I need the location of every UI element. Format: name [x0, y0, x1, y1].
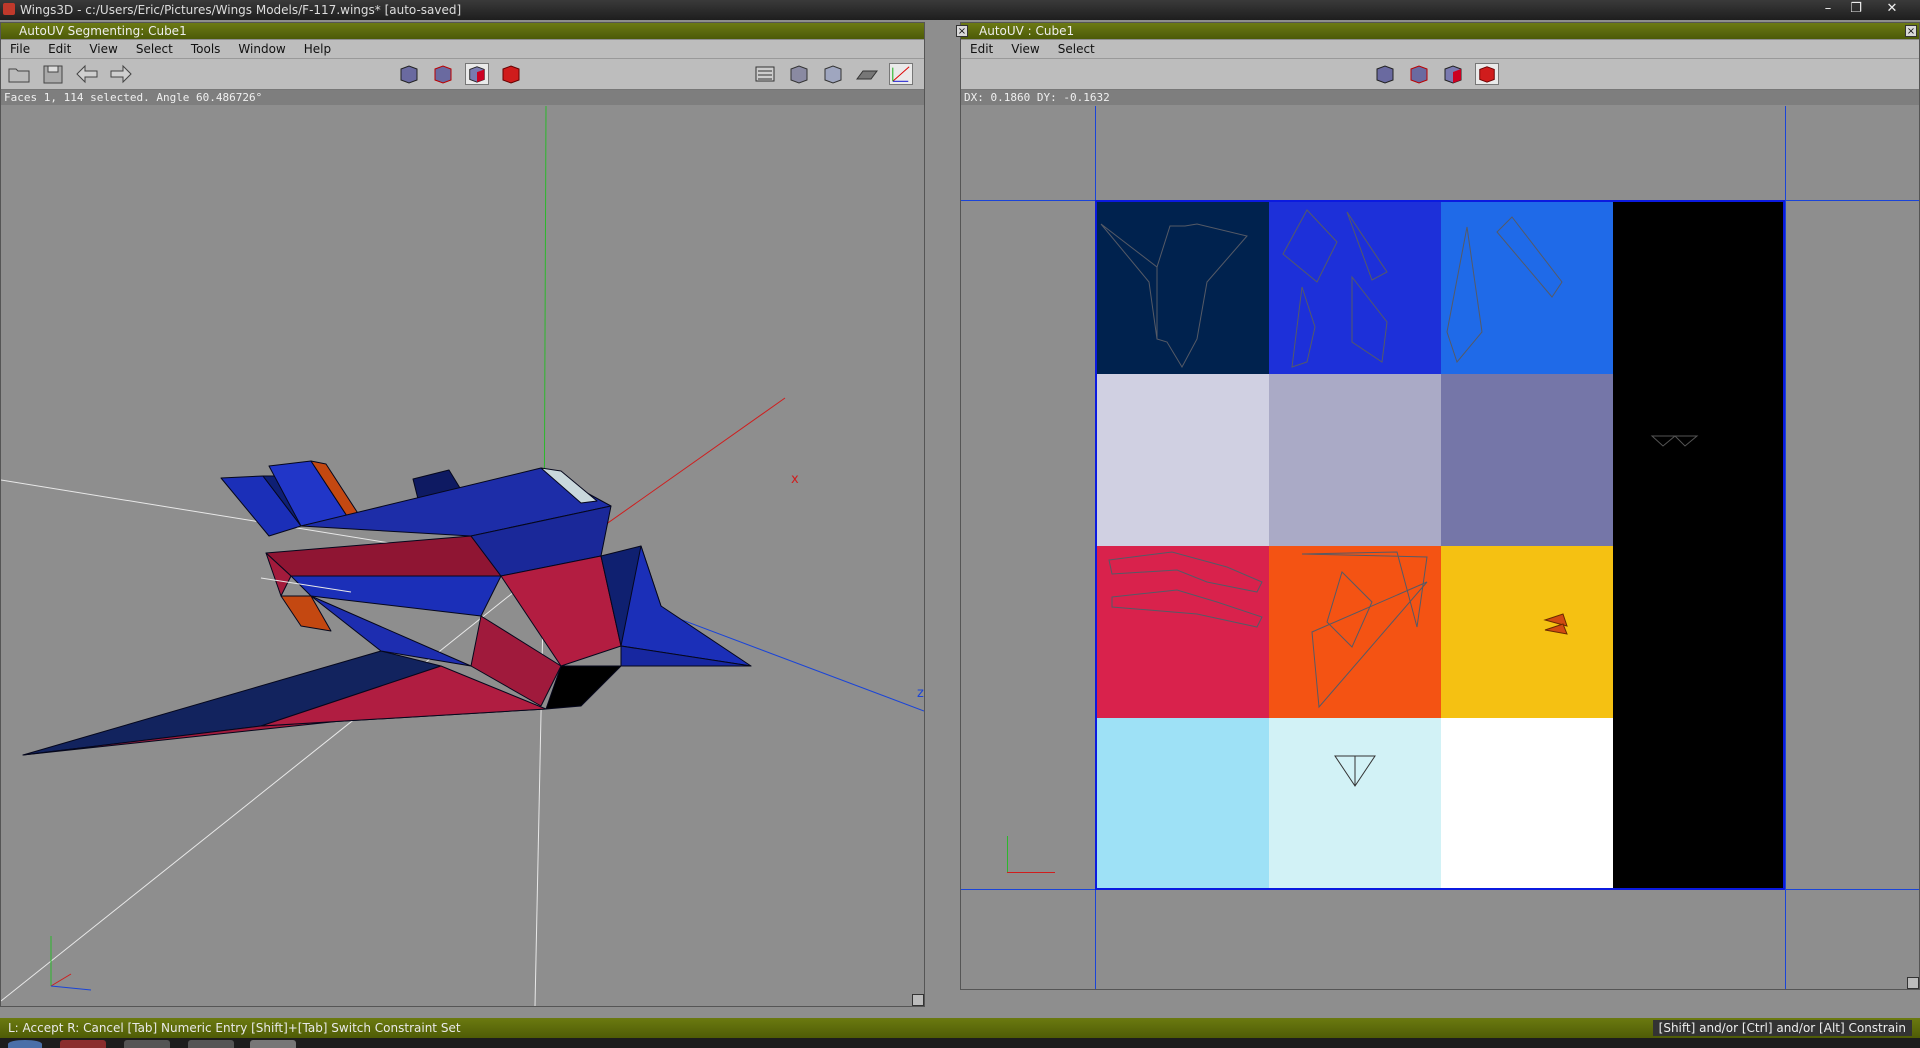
ground-plane-icon[interactable] [855, 63, 879, 85]
close-app-button[interactable]: ✕ [1878, 0, 1906, 18]
redo-arrow-icon[interactable] [109, 63, 133, 85]
restore-button[interactable]: ❐ [1842, 0, 1870, 18]
start-button[interactable] [8, 1040, 42, 1048]
smooth-shading-icon[interactable] [787, 63, 811, 85]
uv-delta-status: DX: 0.1860 DY: -0.1632 [961, 90, 1919, 105]
uv-gizmo-u-axis [1007, 872, 1055, 873]
uv-grid-line-right [1785, 106, 1786, 989]
aircraft-mesh [22, 460, 752, 756]
taskbar-item-1[interactable] [60, 1040, 106, 1048]
os-window-title: Wings3D - c:/Users/Eric/Pictures/Wings M… [20, 3, 462, 17]
uv-resize-handle[interactable] [1907, 977, 1919, 989]
info-line: L: Accept R: Cancel [Tab] Numeric Entry … [0, 1018, 1920, 1038]
open-folder-icon[interactable] [7, 63, 31, 85]
wings3d-app-icon [3, 3, 15, 15]
save-icon[interactable] [41, 63, 65, 85]
info-line-right: [Shift] and/or [Ctrl] and/or [Alt] Const… [1652, 1020, 1912, 1036]
flat-shading-icon[interactable] [821, 63, 845, 85]
close-left-window-icon[interactable]: × [956, 25, 968, 37]
close-uv-window-icon[interactable]: × [1905, 25, 1917, 37]
uv-menu-edit[interactable]: Edit [961, 40, 1002, 58]
taskbar-item-3[interactable] [188, 1040, 234, 1048]
uv-islands[interactable] [1097, 202, 1783, 888]
neg-z-axis-line [1, 567, 545, 1002]
uv-edge-mode-icon[interactable] [1407, 63, 1431, 85]
os-taskbar [0, 1038, 1920, 1048]
wireframe-toggle-icon[interactable] [753, 63, 777, 85]
minimize-button[interactable]: – [1814, 0, 1842, 18]
uv-menu-bar: Edit View Select [961, 40, 1919, 59]
gizmo-x-axis [50, 973, 72, 987]
autouv-editor-window: AutoUV : Cube1 × × Edit View Select DX: 0.… [956, 22, 1920, 990]
window-title-bar[interactable]: AutoUV Segmenting: Cube1 [1, 23, 924, 39]
uv-menu-view[interactable]: View [1002, 40, 1048, 58]
undo-arrow-icon[interactable] [75, 63, 99, 85]
body-select-mode-icon[interactable] [499, 63, 523, 85]
x-axis-label: x [791, 472, 799, 487]
window-title: AutoUV Segmenting: Cube1 [19, 24, 187, 38]
menu-tools[interactable]: Tools [182, 40, 230, 58]
uv-body-mode-icon[interactable] [1475, 63, 1499, 85]
uv-toolbar [961, 59, 1919, 90]
taskbar-item-2[interactable] [124, 1040, 170, 1048]
menu-file[interactable]: File [1, 40, 39, 58]
uv-texture[interactable] [1095, 200, 1785, 890]
edge-select-mode-icon[interactable] [431, 63, 455, 85]
taskbar-item-4[interactable] [250, 1040, 296, 1048]
axes-toggle-icon[interactable] [889, 63, 913, 85]
vertex-select-mode-icon[interactable] [397, 63, 421, 85]
resize-handle[interactable] [912, 994, 924, 1006]
menu-edit[interactable]: Edit [39, 40, 80, 58]
menu-bar: File Edit View Select Tools Window Help [1, 40, 924, 59]
uv-face-mode-icon[interactable] [1441, 63, 1465, 85]
z-axis-label: z [917, 686, 924, 701]
autouv-segmenting-window: AutoUV Segmenting: Cube1 File Edit View Sel… [0, 22, 925, 1007]
selection-status: Faces 1, 114 selected. Angle 60.486726° [1, 90, 924, 105]
menu-window[interactable]: Window [229, 40, 294, 58]
uv-gizmo-v-axis [1007, 836, 1008, 872]
os-titlebar: Wings3D - c:/Users/Eric/Pictures/Wings M… [0, 0, 1920, 20]
uv-menu-select[interactable]: Select [1049, 40, 1104, 58]
uv-window-title: AutoUV : Cube1 [979, 24, 1075, 38]
3d-viewport[interactable]: x z [1, 106, 924, 1006]
toolbar [1, 59, 924, 90]
f117-model-render[interactable]: x z [1, 106, 924, 1006]
uv-window-title-bar[interactable]: AutoUV : Cube1 [961, 23, 1919, 39]
menu-view[interactable]: View [80, 40, 126, 58]
menu-select[interactable]: Select [127, 40, 182, 58]
uv-vertex-mode-icon[interactable] [1373, 63, 1397, 85]
uv-canvas[interactable] [961, 106, 1919, 989]
menu-help[interactable]: Help [295, 40, 340, 58]
info-line-left: L: Accept R: Cancel [Tab] Numeric Entry … [8, 1021, 461, 1035]
gizmo-z-axis [50, 985, 92, 991]
face-select-mode-icon[interactable] [465, 63, 489, 85]
